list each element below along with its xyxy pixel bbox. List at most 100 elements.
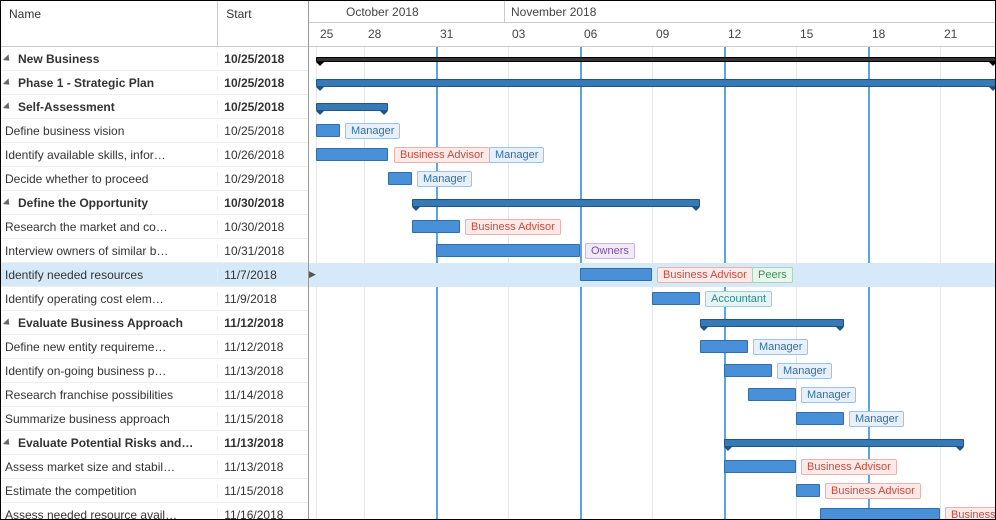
- task-bar[interactable]: [388, 172, 412, 185]
- grid-body[interactable]: New Business10/25/2018Phase 1 - Strategi…: [1, 47, 308, 519]
- resource-tag: Owners: [585, 243, 635, 259]
- task-row[interactable]: Evaluate Business Approach 11/12/2018: [1, 311, 308, 335]
- task-start-date: 11/12/2018: [218, 316, 308, 330]
- task-bar[interactable]: [820, 508, 940, 519]
- task-row[interactable]: Identify needed resources 11/7/2018: [1, 263, 308, 287]
- task-row[interactable]: Identify on-going business p…11/13/2018: [1, 359, 308, 383]
- resource-tag: Business Advisor: [657, 267, 753, 283]
- col-header-name[interactable]: Name: [1, 1, 218, 46]
- task-start-date: 11/7/2018: [218, 268, 308, 282]
- expand-toggle-icon[interactable]: [5, 438, 15, 448]
- task-bar[interactable]: [580, 268, 652, 281]
- task-name: Define the Opportunity: [18, 196, 148, 210]
- task-row[interactable]: Research the market and co… 10/30/2018: [1, 215, 308, 239]
- task-start-date: 10/30/2018: [218, 220, 308, 234]
- chart-row: Business Advisor: [309, 503, 995, 519]
- task-row[interactable]: Phase 1 - Strategic Plan10/25/2018: [1, 71, 308, 95]
- task-row[interactable]: Research franchise possibilities 11/14/20…: [1, 383, 308, 407]
- task-bar[interactable]: [316, 148, 388, 161]
- task-name: Evaluate Business Approach: [18, 316, 183, 330]
- col-header-start[interactable]: Start: [218, 1, 308, 46]
- chart-row: ▶Business AdvisorPeers: [309, 263, 995, 287]
- summary-bar[interactable]: [316, 103, 388, 111]
- summary-bar[interactable]: [316, 57, 995, 62]
- day-tick: 31: [436, 23, 508, 47]
- resource-tag: Manager: [753, 339, 808, 355]
- task-name: Summarize business approach: [5, 412, 170, 426]
- task-row[interactable]: Decide whether to proceed10/29/2018: [1, 167, 308, 191]
- day-tick: 06: [580, 23, 652, 47]
- task-row[interactable]: Summarize business approach11/15/2018: [1, 407, 308, 431]
- task-start-date: 11/16/2018: [218, 508, 308, 520]
- task-name: Research franchise possibilities: [5, 388, 173, 402]
- task-start-date: 11/13/2018: [218, 460, 308, 474]
- day-tick: 03: [508, 23, 580, 47]
- task-start-date: 11/13/2018: [218, 364, 308, 378]
- summary-bar[interactable]: [316, 79, 995, 87]
- expand-toggle-icon[interactable]: [5, 54, 15, 64]
- resource-tag: Manager: [417, 171, 472, 187]
- task-row[interactable]: Estimate the competition 11/15/2018: [1, 479, 308, 503]
- task-row[interactable]: Assess market size and stabil…11/13/2018: [1, 455, 308, 479]
- chart-row: Business AdvisorManager: [309, 143, 995, 167]
- chart-row: Business Advisor: [309, 479, 995, 503]
- day-tick: 18: [868, 23, 940, 47]
- task-row[interactable]: Evaluate Potential Risks and…11/13/2018: [1, 431, 308, 455]
- task-name: Define business vision: [5, 124, 124, 138]
- task-bar[interactable]: [652, 292, 700, 305]
- day-tick: 09: [652, 23, 724, 47]
- task-row[interactable]: Identify operating cost elem…11/9/2018: [1, 287, 308, 311]
- chart-row: [309, 191, 995, 215]
- task-start-date: 10/26/2018: [218, 148, 308, 162]
- task-bar[interactable]: [724, 460, 796, 473]
- resource-tag: Manager: [489, 147, 544, 163]
- gantt-chart[interactable]: October 2018November 2018 25283103060912…: [309, 1, 995, 519]
- task-start-date: 11/15/2018: [218, 484, 308, 498]
- task-row[interactable]: Identify available skills, infor…10/26/2…: [1, 143, 308, 167]
- task-bar[interactable]: [412, 220, 460, 233]
- task-start-date: 10/30/2018: [218, 196, 308, 210]
- chart-row: Accountant: [309, 287, 995, 311]
- month-label: October 2018: [340, 1, 505, 23]
- resource-tag: Manager: [777, 363, 832, 379]
- task-name: Identify operating cost elem…: [5, 292, 164, 306]
- task-bar[interactable]: [436, 244, 580, 257]
- chart-body[interactable]: ManagerBusiness AdvisorManagerManagerBus…: [309, 47, 995, 519]
- current-row-indicator-icon: ▶: [309, 269, 316, 280]
- resource-tag: Manager: [849, 411, 904, 427]
- task-row[interactable]: New Business10/25/2018: [1, 47, 308, 71]
- summary-bar[interactable]: [700, 319, 844, 327]
- expand-toggle-icon[interactable]: [5, 78, 15, 88]
- day-tick: 28: [364, 23, 436, 47]
- task-name: Interview owners of similar b…: [5, 244, 168, 258]
- task-bar[interactable]: [724, 364, 772, 377]
- task-bar[interactable]: [748, 388, 796, 401]
- task-row[interactable]: Define new entity requireme…11/12/2018: [1, 335, 308, 359]
- task-name: Estimate the competition: [5, 484, 136, 498]
- task-bar[interactable]: [700, 340, 748, 353]
- expand-toggle-icon[interactable]: [5, 102, 15, 112]
- expand-toggle-icon[interactable]: [5, 198, 15, 208]
- resource-tag: Business Advisor: [801, 459, 897, 475]
- summary-bar[interactable]: [724, 439, 964, 447]
- task-row[interactable]: Define business vision10/25/2018: [1, 119, 308, 143]
- task-start-date: 11/14/2018: [218, 388, 308, 402]
- task-row[interactable]: Self-Assessment10/25/2018: [1, 95, 308, 119]
- expand-toggle-icon[interactable]: [5, 318, 15, 328]
- summary-bar[interactable]: [412, 199, 700, 207]
- task-name: New Business: [18, 52, 99, 66]
- task-row[interactable]: Assess needed resource avail…11/16/2018: [1, 503, 308, 519]
- task-name: Identify needed resources: [5, 268, 143, 282]
- task-name: Research the market and co…: [5, 220, 168, 234]
- task-row[interactable]: Interview owners of similar b… 10/31/2018: [1, 239, 308, 263]
- task-bar[interactable]: [796, 484, 820, 497]
- task-bar[interactable]: [316, 124, 340, 137]
- chart-row: Manager: [309, 383, 995, 407]
- gantt-container: Name Start New Business10/25/2018Phase 1…: [0, 0, 996, 520]
- resource-tag: Business Advisor: [945, 507, 995, 519]
- task-bar[interactable]: [796, 412, 844, 425]
- day-tick: 15: [796, 23, 868, 47]
- task-start-date: 10/31/2018: [218, 244, 308, 258]
- task-name: Phase 1 - Strategic Plan: [18, 76, 154, 90]
- task-row[interactable]: Define the Opportunity 10/30/2018: [1, 191, 308, 215]
